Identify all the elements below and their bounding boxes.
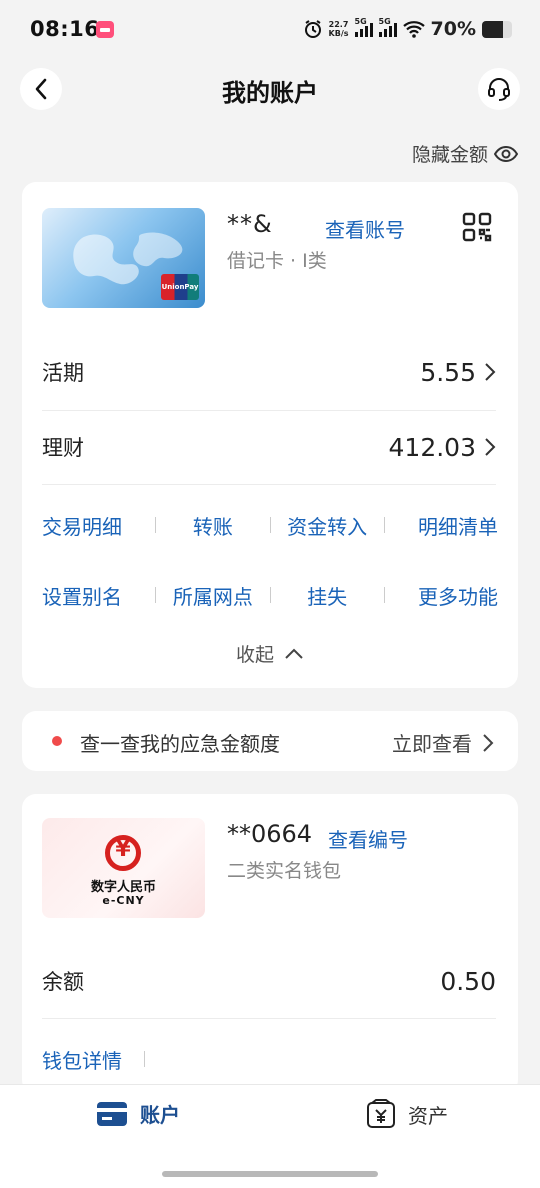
qr-code-icon[interactable]: [462, 212, 492, 242]
customer-service-button[interactable]: [478, 68, 520, 110]
status-time: 08:16: [30, 17, 100, 41]
headset-icon: [488, 78, 510, 101]
account-number-masked: **&: [227, 210, 273, 238]
check-now-link[interactable]: 立即查看: [392, 728, 494, 757]
current-deposit-row[interactable]: 活期 5.55: [42, 335, 496, 409]
signal-icon-2: 5G: [378, 17, 397, 37]
function-row-2: 设置别名 所属网点 挂失 更多功能: [42, 575, 498, 615]
wallet-balance-value: 0.50: [440, 966, 496, 996]
chevron-right-icon: [485, 438, 496, 456]
eye-icon: [494, 145, 518, 162]
page-title: 我的账户: [222, 79, 318, 107]
bank-card-image: UnionPay: [42, 208, 205, 308]
app-notification-icon: [96, 21, 114, 38]
chevron-right-icon: [483, 733, 494, 752]
battery-icon: [482, 20, 512, 38]
collapse-button[interactable]: 收起: [22, 640, 518, 667]
more-functions-button[interactable]: 更多功能: [385, 581, 498, 610]
wallet-function-row: 钱包详情: [42, 1039, 342, 1079]
hide-amount-label: 隐藏金额: [411, 144, 488, 166]
set-alias-button[interactable]: 设置别名: [42, 581, 155, 610]
wallet-type: 二类实名钱包: [227, 860, 342, 882]
card-icon: [97, 1101, 127, 1126]
wallet-number-masked: **0664: [227, 820, 313, 848]
unionpay-logo: UnionPay: [161, 274, 199, 300]
ecny-logo: 数字人民币 e-CNY: [42, 818, 205, 918]
wallet-details-button[interactable]: 钱包详情: [42, 1045, 122, 1074]
alert-dot: [52, 736, 62, 746]
home-indicator[interactable]: [162, 1171, 378, 1177]
wealth-management-row[interactable]: 理财 412.03: [42, 410, 496, 484]
alarm-icon: [304, 20, 321, 38]
statement-list-button[interactable]: 明细清单: [385, 511, 498, 540]
page-header: 我的账户: [0, 60, 540, 118]
bank-account-card: UnionPay **& 查看账号 借记卡 · I类 活期 5.55 理财 41…: [22, 182, 518, 688]
function-row-1: 交易明细 转账 资金转入 明细清单: [42, 505, 498, 545]
branch-button[interactable]: 所属网点: [156, 581, 269, 610]
net-speed: 22.7 KB/s: [328, 20, 349, 38]
transfer-button[interactable]: 转账: [156, 511, 269, 540]
tab-assets[interactable]: 资产: [366, 1099, 448, 1129]
wallet-yuan-icon: [367, 1099, 395, 1128]
status-bar: 08:16 22.7 KB/s 5G 5G 70%: [0, 0, 540, 60]
ecny-coin-icon: [105, 835, 141, 871]
transaction-details-button[interactable]: 交易明细: [42, 511, 155, 540]
view-account-number-link[interactable]: 查看账号: [325, 214, 405, 243]
current-deposit-value: 5.55: [420, 357, 476, 387]
ecny-wallet-card: 数字人民币 e-CNY **0664 查看编号 二类实名钱包 余额 0.50 钱…: [22, 794, 518, 1094]
promo-text: 查一查我的应急金额度: [80, 732, 280, 756]
card-type: 借记卡 · I类: [227, 250, 327, 272]
chevron-up-icon: [285, 648, 303, 659]
view-wallet-number-link[interactable]: 查看编号: [328, 824, 408, 853]
report-loss-button[interactable]: 挂失: [271, 581, 384, 610]
fund-transfer-in-button[interactable]: 资金转入: [271, 511, 384, 540]
emergency-fund-banner[interactable]: 查一查我的应急金额度 立即查看: [22, 711, 518, 771]
wealth-value: 412.03: [388, 432, 476, 462]
battery-percent: 70%: [430, 18, 476, 40]
wallet-balance-row: 余额 0.50: [42, 966, 496, 996]
wifi-icon: [402, 21, 425, 38]
signal-icon: 5G: [354, 17, 373, 37]
tab-account[interactable]: 账户: [96, 1099, 180, 1128]
hide-amount-toggle[interactable]: 隐藏金额: [412, 140, 518, 167]
chevron-right-icon: [485, 363, 496, 381]
